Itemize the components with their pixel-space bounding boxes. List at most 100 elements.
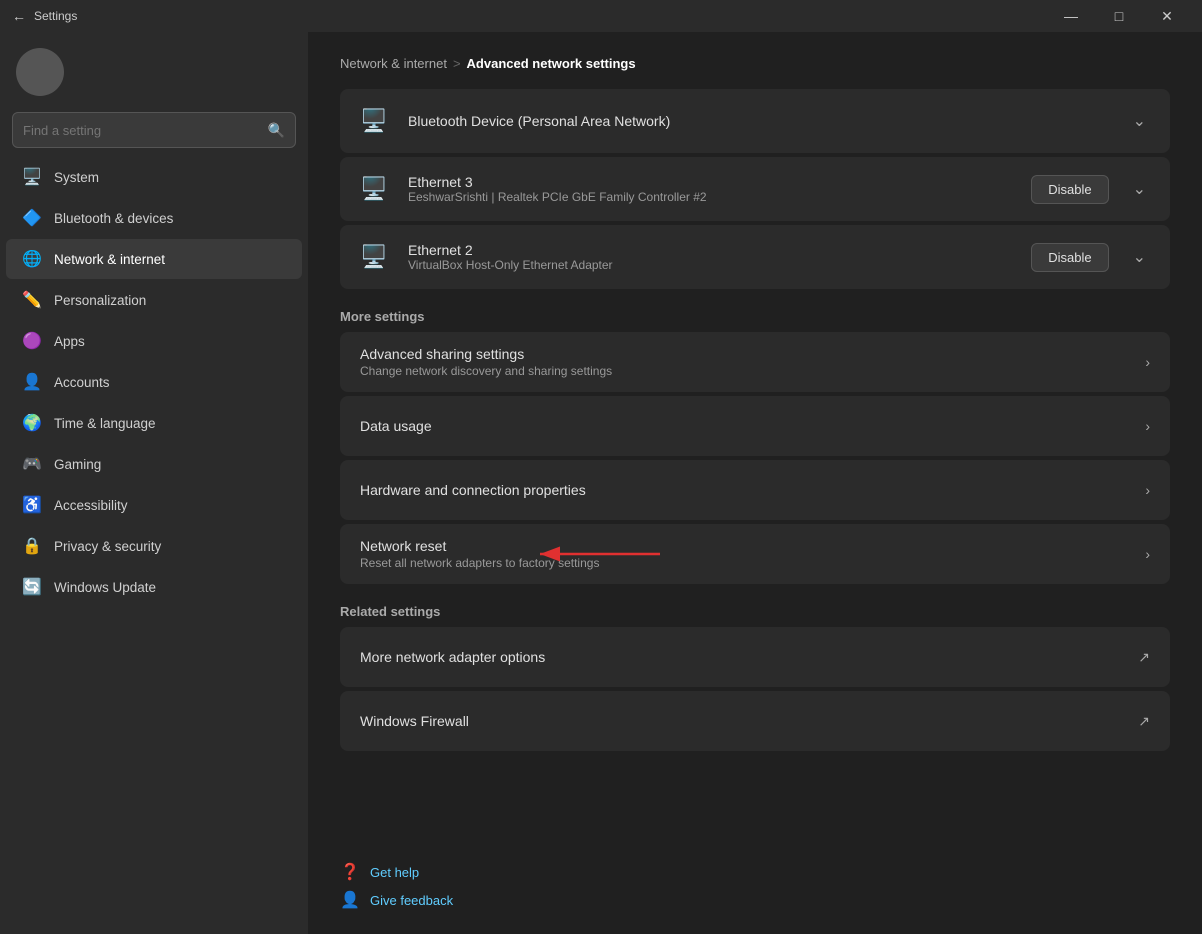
accounts-icon: 👤 [22,372,42,392]
sidebar-label-gaming: Gaming [54,457,101,472]
sidebar-label-privacy: Privacy & security [54,539,161,554]
sidebar-item-accounts[interactable]: 👤 Accounts [6,362,302,402]
adapter-expand-btn-bluetooth-pan[interactable]: ⌄ [1125,107,1154,135]
breadcrumb-parent[interactable]: Network & internet [340,56,447,71]
content-area: Network & internet > Advanced network se… [308,32,1202,934]
adapter-list: 🖥️ Bluetooth Device (Personal Area Netwo… [340,89,1170,289]
adapter-expand-btn-ethernet2[interactable]: ⌄ [1125,243,1154,271]
sidebar-item-time[interactable]: 🌍 Time & language [6,403,302,443]
sidebar-item-accessibility[interactable]: ♿ Accessibility [6,485,302,525]
sidebar-item-update[interactable]: 🔄 Windows Update [6,567,302,607]
adapter-row-ethernet3: 🖥️ Ethernet 3 EeshwarSrishti | Realtek P… [340,157,1170,221]
sidebar-item-personalization[interactable]: ✏️ Personalization [6,280,302,320]
row-text-windows-firewall: Windows Firewall [360,713,1138,729]
adapter-desc-ethernet2: VirtualBox Host-Only Ethernet Adapter [408,258,1015,272]
update-icon: 🔄 [22,577,42,597]
footer-link-label-get-help: Get help [370,865,419,880]
row-text-hw-connection: Hardware and connection properties [360,482,1145,498]
sidebar-label-personalization: Personalization [54,293,146,308]
title-bar-controls: — □ ✕ [1048,0,1190,32]
external-link-icon-more-adapter-options: ↗ [1138,649,1150,666]
sidebar-label-accessibility: Accessibility [54,498,128,513]
title-bar-left: ← Settings [12,8,77,24]
footer-links: ❓ Get help 👤 Give feedback [308,846,1202,934]
row-text-data-usage: Data usage [360,418,1145,434]
back-icon[interactable]: ← [12,8,26,24]
apps-icon: 🟣 [22,331,42,351]
more-settings-list: Advanced sharing settings Change network… [340,332,1170,584]
sidebar-label-system: System [54,170,99,185]
personalization-icon: ✏️ [22,290,42,310]
sidebar-label-network: Network & internet [54,252,165,267]
adapter-name-ethernet2: Ethernet 2 [408,242,1015,258]
more-settings-heading: More settings [340,309,1170,324]
footer-link-give-feedback[interactable]: 👤 Give feedback [340,890,1170,910]
sidebar-item-gaming[interactable]: 🎮 Gaming [6,444,302,484]
row-title-hw-connection: Hardware and connection properties [360,482,1145,498]
bluetooth-icon: 🔷 [22,208,42,228]
sidebar-item-network[interactable]: 🌐 Network & internet [6,239,302,279]
adapter-info-ethernet3: Ethernet 3 EeshwarSrishti | Realtek PCIe… [408,174,1015,204]
privacy-icon: 🔒 [22,536,42,556]
bluetooth-pan-icon: 🖥️ [356,108,392,134]
adapter-name-bluetooth-pan: Bluetooth Device (Personal Area Network) [408,113,1109,129]
chevron-icon-network-reset: › [1145,546,1150,562]
search-box[interactable]: 🔍 [12,112,296,148]
row-title-more-adapter-options: More network adapter options [360,649,1138,665]
nav-list: 🖥️ System 🔷 Bluetooth & devices 🌐 Networ… [0,156,308,608]
ethernet3-icon: 🖥️ [356,176,392,202]
sidebar-label-bluetooth: Bluetooth & devices [54,211,173,226]
adapter-desc-ethernet3: EeshwarSrishti | Realtek PCIe GbE Family… [408,190,1015,204]
system-icon: 🖥️ [22,167,42,187]
adapter-row-bluetooth-pan: 🖥️ Bluetooth Device (Personal Area Netwo… [340,89,1170,153]
adapter-disable-btn-ethernet2[interactable]: Disable [1031,243,1108,272]
sidebar-item-system[interactable]: 🖥️ System [6,157,302,197]
chevron-icon-hw-connection: › [1145,482,1150,498]
external-link-icon-windows-firewall: ↗ [1138,713,1150,730]
adapter-expand-btn-ethernet3[interactable]: ⌄ [1125,175,1154,203]
settings-row-windows-firewall[interactable]: Windows Firewall ↗ [340,691,1170,751]
get-help-icon: ❓ [340,862,360,882]
sidebar-label-time: Time & language [54,416,156,431]
adapter-info-bluetooth-pan: Bluetooth Device (Personal Area Network) [408,113,1109,129]
accessibility-icon: ♿ [22,495,42,515]
search-input[interactable] [23,123,268,138]
app-body: 🔍 🖥️ System 🔷 Bluetooth & devices 🌐 Netw… [0,32,1202,934]
search-icon: 🔍 [268,122,285,139]
gaming-icon: 🎮 [22,454,42,474]
footer-link-get-help[interactable]: ❓ Get help [340,862,1170,882]
row-subtitle-network-reset: Reset all network adapters to factory se… [360,556,1145,570]
sidebar-profile [0,32,308,108]
row-title-windows-firewall: Windows Firewall [360,713,1138,729]
sidebar-item-apps[interactable]: 🟣 Apps [6,321,302,361]
breadcrumb-current: Advanced network settings [467,56,636,71]
row-text-more-adapter-options: More network adapter options [360,649,1138,665]
give-feedback-icon: 👤 [340,890,360,910]
sidebar: 🔍 🖥️ System 🔷 Bluetooth & devices 🌐 Netw… [0,32,308,934]
settings-row-more-adapter-options[interactable]: More network adapter options ↗ [340,627,1170,687]
chevron-icon-advanced-sharing: › [1145,354,1150,370]
ethernet2-icon: 🖥️ [356,244,392,270]
adapter-row-ethernet2: 🖥️ Ethernet 2 VirtualBox Host-Only Ether… [340,225,1170,289]
settings-row-data-usage[interactable]: Data usage › [340,396,1170,456]
sidebar-item-bluetooth[interactable]: 🔷 Bluetooth & devices [6,198,302,238]
settings-row-hw-connection[interactable]: Hardware and connection properties › [340,460,1170,520]
breadcrumb: Network & internet > Advanced network se… [340,56,1170,71]
sidebar-item-privacy[interactable]: 🔒 Privacy & security [6,526,302,566]
network-icon: 🌐 [22,249,42,269]
close-button[interactable]: ✕ [1144,0,1190,32]
row-text-advanced-sharing: Advanced sharing settings Change network… [360,346,1145,378]
adapter-disable-btn-ethernet3[interactable]: Disable [1031,175,1108,204]
page-header: Network & internet > Advanced network se… [308,32,1202,89]
footer-link-label-give-feedback: Give feedback [370,893,453,908]
maximize-button[interactable]: □ [1096,0,1142,32]
settings-row-network-reset[interactable]: Network reset Reset all network adapters… [340,524,1170,584]
minimize-button[interactable]: — [1048,0,1094,32]
row-title-data-usage: Data usage [360,418,1145,434]
row-subtitle-advanced-sharing: Change network discovery and sharing set… [360,364,1145,378]
row-title-advanced-sharing: Advanced sharing settings [360,346,1145,362]
row-title-network-reset: Network reset [360,538,1145,554]
sidebar-label-accounts: Accounts [54,375,110,390]
chevron-icon-data-usage: › [1145,418,1150,434]
settings-row-advanced-sharing[interactable]: Advanced sharing settings Change network… [340,332,1170,392]
